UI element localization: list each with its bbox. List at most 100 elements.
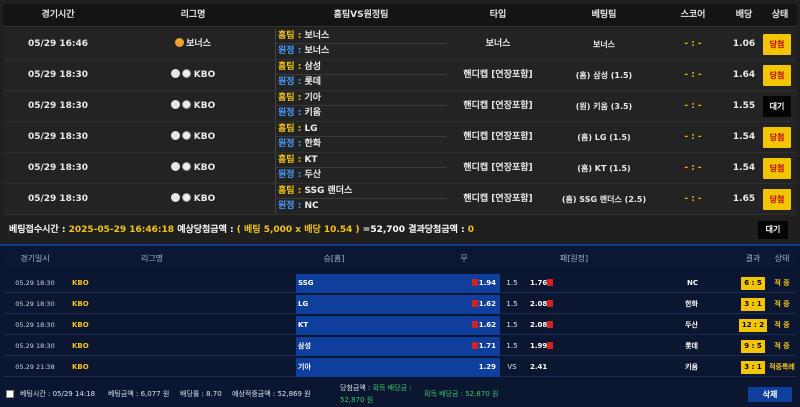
baseball-icon xyxy=(170,100,180,109)
bet-row: 05/29 18:30 KBO 홈팀 : KT 원정 : 두산 핸디캡 [연장포… xyxy=(3,153,797,184)
league-cell: KBO xyxy=(113,184,273,215)
teams-cell: 홈팀 : 보너스 원정 : 보너스 xyxy=(275,29,447,60)
home-team: 홈팀 : SSG 랜더스 xyxy=(275,184,447,199)
header-time: 경기시간 xyxy=(41,10,75,20)
win-amount-value: 52,870 원 xyxy=(340,396,374,404)
bet-type: 핸디캡 [연장포함] xyxy=(463,132,533,142)
score: - : - xyxy=(684,132,702,142)
delete-button[interactable]: 삭제 xyxy=(748,387,792,402)
bet-row: 05/29 16:46 보너스 홈팀 : 보너스 원정 : 보너스 보너스 보너… xyxy=(3,29,797,60)
result: 3 : 1 xyxy=(738,358,768,377)
home-odds: 1.29 xyxy=(444,358,500,377)
home-team: 홈팀 : 삼성 xyxy=(275,60,447,75)
baseball-icon xyxy=(170,162,180,171)
away-odds: 2.08 xyxy=(524,316,584,335)
header-league: 리그명 xyxy=(140,254,164,263)
footer-expected: 예상적중금액 : 52,869 원 xyxy=(232,390,311,398)
select-checkbox[interactable] xyxy=(6,390,14,398)
away-team-name: 두산 xyxy=(304,170,321,180)
expected-calc: ( 베팅 5,000 x 배당 10.54 ) xyxy=(236,225,360,235)
home-label: 홈팀 : xyxy=(278,155,302,165)
score: - : - xyxy=(684,101,702,111)
away-odds: 1.99 xyxy=(524,337,584,356)
home-label: 홈팀 : xyxy=(278,62,302,72)
odds: 1.54 xyxy=(732,132,756,142)
bet-time: 2025-05-29 16:46:18 xyxy=(68,225,175,235)
away-team: 원정 : 보너스 xyxy=(275,44,447,59)
home-odds-value: 1.94 xyxy=(478,279,496,287)
bonus-icon xyxy=(175,38,185,47)
bet-pick: 보너스 xyxy=(592,40,616,49)
status-badge[interactable]: 당첨 xyxy=(763,65,791,86)
odds: 1.06 xyxy=(732,39,756,49)
combo-row: 05.29 18:30 KBO SSG 1.94 1.5 1.76 NC 6 :… xyxy=(4,274,796,293)
away-odds-value: 2.08 xyxy=(530,300,548,308)
combo-table-header: 경기일시 리그명 승[홈] 무 패[원정] 결과 상태 xyxy=(4,250,796,268)
kbo-logo-icon xyxy=(181,100,191,109)
away-label: 원정 : xyxy=(278,77,302,87)
draw-odds: 1.5 xyxy=(506,279,518,287)
score: - : - xyxy=(684,39,702,49)
kbo-logo-icon xyxy=(181,131,191,140)
result: 6 : 5 xyxy=(738,274,768,293)
home-odds-value: 1.29 xyxy=(478,363,496,371)
league-name: KBO xyxy=(72,279,89,287)
away-team: 원정 : 키움 xyxy=(275,106,447,121)
home-team: 홈팀 : KT xyxy=(275,153,447,168)
away-team: 원정 : NC xyxy=(275,199,447,214)
status-badge[interactable]: 대기 xyxy=(763,96,791,117)
match-time: 05/29 18:30 xyxy=(27,70,89,80)
combo-row: 05.29 18:30 KBO 삼성 1.71 1.5 1.99 롯데 9 : … xyxy=(4,337,796,356)
odds-down-icon xyxy=(547,341,554,349)
away-team-name: 한화 xyxy=(304,139,321,149)
away-team: 한화 xyxy=(685,300,698,308)
draw-odds: 1.5 xyxy=(506,342,518,350)
status-badge[interactable]: 당첨 xyxy=(763,127,791,148)
home-team: 홈팀 : 기아 xyxy=(275,91,447,106)
draw-odds: 1.5 xyxy=(506,321,518,329)
teams-cell: 홈팀 : LG 원정 : 한화 xyxy=(275,122,447,153)
summary-status-button[interactable]: 대기 xyxy=(758,221,788,239)
header-home: 승[홈] xyxy=(323,254,345,263)
home-odds: 1.71 xyxy=(444,337,500,356)
home-odds: 1.62 xyxy=(444,295,500,314)
bet-summary: 베팅접수시간 : 2025-05-29 16:46:18 예상당첨금액 : ( … xyxy=(3,220,797,240)
result-score: 3 : 1 xyxy=(741,298,765,311)
draw-odds: 1.5 xyxy=(506,300,518,308)
baseball-icon xyxy=(170,131,180,140)
away-odds-value: 2.08 xyxy=(530,321,548,329)
score: - : - xyxy=(684,194,702,204)
header-away: 패[원정] xyxy=(559,254,589,263)
combo-row: 05.29 18:30 KBO KT 1.62 1.5 2.08 두산 12 :… xyxy=(4,316,796,335)
away-team: 원정 : 롯데 xyxy=(275,75,447,90)
away-odds-value: 1.99 xyxy=(530,342,548,350)
away-team: 두산 xyxy=(685,321,698,329)
odds: 1.55 xyxy=(732,101,756,111)
score: - : - xyxy=(684,70,702,80)
away-label: 원정 : xyxy=(278,108,302,118)
league-name: KBO xyxy=(193,194,216,204)
teams-cell: 홈팀 : 삼성 원정 : 롯데 xyxy=(275,60,447,91)
league-name: KBO xyxy=(72,300,89,308)
status-badge[interactable]: 당첨 xyxy=(763,34,791,55)
header-type: 타입 xyxy=(489,10,507,20)
league-cell: KBO xyxy=(113,153,273,184)
home-team-name: LG xyxy=(304,124,318,134)
status-badge[interactable]: 당첨 xyxy=(763,158,791,179)
league-cell: KBO xyxy=(113,60,273,91)
home-team: 홈팀 : 보너스 xyxy=(275,29,447,44)
away-odds: 2.08 xyxy=(524,295,584,314)
status-badge[interactable]: 당첨 xyxy=(763,189,791,210)
bet-pick: (홈) LG (1.5) xyxy=(577,133,631,142)
odds-down-icon xyxy=(547,320,554,328)
header-status: 상태 xyxy=(771,10,789,20)
bet-pick: (홈) SSG 랜더스 (2.5) xyxy=(561,195,647,204)
match-time: 05/29 18:30 xyxy=(27,194,89,204)
expected-amount: =52,700 xyxy=(362,225,406,235)
away-team-name: 보너스 xyxy=(304,46,330,56)
bet-row: 05/29 18:30 KBO 홈팀 : 기아 원정 : 키움 핸디캡 [연장포… xyxy=(3,91,797,122)
away-team: 원정 : 두산 xyxy=(275,168,447,183)
bet-type: 핸디캡 [연장포함] xyxy=(463,194,533,204)
odds-up-icon xyxy=(471,278,478,286)
footer-rate: 배당률 : 8.70 xyxy=(180,390,222,398)
